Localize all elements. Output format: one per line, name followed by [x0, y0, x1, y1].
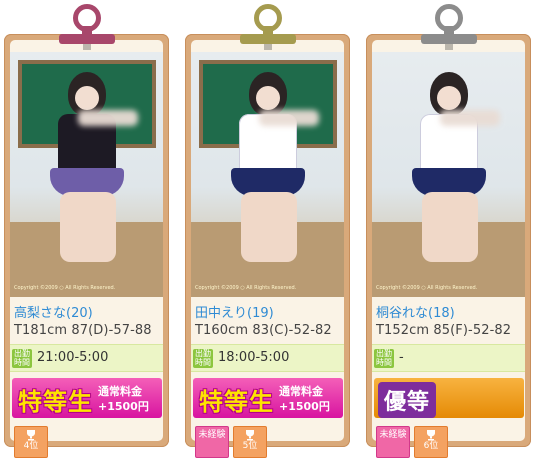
inexperienced-label: 未経験: [379, 430, 407, 440]
schedule-time: -: [399, 350, 404, 365]
trophy-icon: [246, 430, 254, 441]
cast-measurements: T160cm 83(C)-52-82: [195, 323, 332, 338]
cast-card[interactable]: Copyright ©2009 ○ All Rights Reserved. 田中…: [185, 34, 350, 458]
rank-price-extra: +1500円: [98, 400, 149, 413]
rank-price-label: 通常料金: [279, 385, 323, 398]
cast-photo[interactable]: Copyright ©2009 ○ All Rights Reserved.: [191, 52, 344, 297]
schedule-label-icon: 出勤時間: [12, 349, 32, 368]
cast-photo[interactable]: Copyright ©2009 ○ All Rights Reserved.: [372, 52, 525, 297]
inexperienced-label: 未経験: [198, 430, 226, 440]
ranking-badge: 4位: [14, 426, 48, 458]
ranking-label: 6位: [423, 441, 439, 451]
schedule-label-icon: 出勤時間: [374, 349, 394, 368]
paper-clip-icon: [240, 4, 296, 50]
inexperienced-badge: 未経験: [195, 426, 229, 458]
cast-name-link[interactable]: 高梨さな(20): [14, 302, 93, 321]
photo-copyright: Copyright ©2009 ○ All Rights Reserved.: [195, 285, 297, 291]
work-schedule: 出勤時間 18:00-5:00: [191, 344, 344, 372]
ranking-label: 4位: [23, 441, 39, 451]
rank-banner: 特等生 通常料金 +1500円: [193, 378, 343, 418]
cast-measurements: T181cm 87(D)-57-88: [14, 323, 152, 338]
rank-title: 特等生: [199, 388, 274, 416]
work-schedule: 出勤時間 -: [372, 344, 525, 372]
cast-photo[interactable]: Copyright ©2009 ○ All Rights Reserved.: [10, 52, 163, 297]
rank-price-extra: +1500円: [279, 400, 330, 413]
cast-card[interactable]: Copyright ©2009 ○ All Rights Reserved. 桐谷…: [366, 34, 531, 458]
cast-name-link[interactable]: 桐谷れな(18): [376, 302, 455, 321]
schedule-time: 18:00-5:00: [218, 350, 290, 365]
cast-measurements: T152cm 85(F)-52-82: [376, 323, 512, 338]
cast-figure: [402, 72, 500, 272]
rank-title: 優等: [378, 382, 437, 418]
trophy-icon: [27, 430, 35, 441]
card-inner: Copyright ©2009 ○ All Rights Reserved. 桐谷…: [372, 40, 525, 458]
cast-figure: [221, 72, 319, 272]
photo-copyright: Copyright ©2009 ○ All Rights Reserved.: [14, 285, 116, 291]
ranking-badge: 6位: [414, 426, 448, 458]
card-inner: Copyright ©2009 ○ All Rights Reserved. 田中…: [191, 40, 344, 458]
ranking-label: 5位: [242, 441, 258, 451]
cast-card[interactable]: Copyright ©2009 ○ All Rights Reserved. 高梨…: [4, 34, 169, 458]
cast-name-link[interactable]: 田中えり(19): [195, 302, 274, 321]
paper-clip-icon: [59, 4, 115, 50]
schedule-label-icon: 出勤時間: [193, 349, 213, 368]
ranking-badge: 5位: [233, 426, 267, 458]
rank-banner: 優等: [374, 378, 524, 418]
card-inner: Copyright ©2009 ○ All Rights Reserved. 高梨…: [10, 40, 163, 458]
rank-title: 特等生: [18, 388, 93, 416]
rank-banner: 特等生 通常料金 +1500円: [12, 378, 162, 418]
inexperienced-badge: 未経験: [376, 426, 410, 458]
trophy-icon: [427, 430, 435, 441]
rank-price-label: 通常料金: [98, 385, 142, 398]
photo-copyright: Copyright ©2009 ○ All Rights Reserved.: [376, 285, 478, 291]
paper-clip-icon: [421, 4, 477, 50]
work-schedule: 出勤時間 21:00-5:00: [10, 344, 163, 372]
schedule-time: 21:00-5:00: [37, 350, 109, 365]
cast-figure: [40, 72, 138, 272]
